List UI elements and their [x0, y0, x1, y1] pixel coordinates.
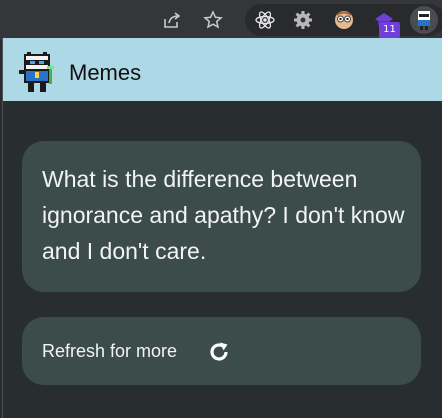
joke-card: What is the difference between ignorance…: [22, 141, 421, 292]
browser-toolbar: 11: [0, 0, 442, 40]
star-icon[interactable]: [201, 8, 225, 32]
memes-popup: Memes What is the difference between ign…: [2, 38, 442, 418]
popup-header: Memes: [3, 38, 442, 101]
memes-logo-icon: [17, 50, 59, 94]
joke-text: What is the difference between ignorance…: [42, 166, 405, 264]
refresh-label: Refresh for more: [42, 341, 178, 361]
memes-extension-icon[interactable]: [410, 6, 438, 34]
extension-badge: 11: [379, 22, 400, 38]
refresh-button[interactable]: Refresh for more: [22, 317, 421, 385]
face-icon[interactable]: [332, 8, 356, 32]
gear-icon[interactable]: [291, 8, 315, 32]
refresh-icon[interactable]: [207, 340, 231, 364]
popup-title: Memes: [69, 60, 142, 85]
share-icon[interactable]: [160, 8, 184, 32]
react-icon[interactable]: [253, 8, 277, 32]
